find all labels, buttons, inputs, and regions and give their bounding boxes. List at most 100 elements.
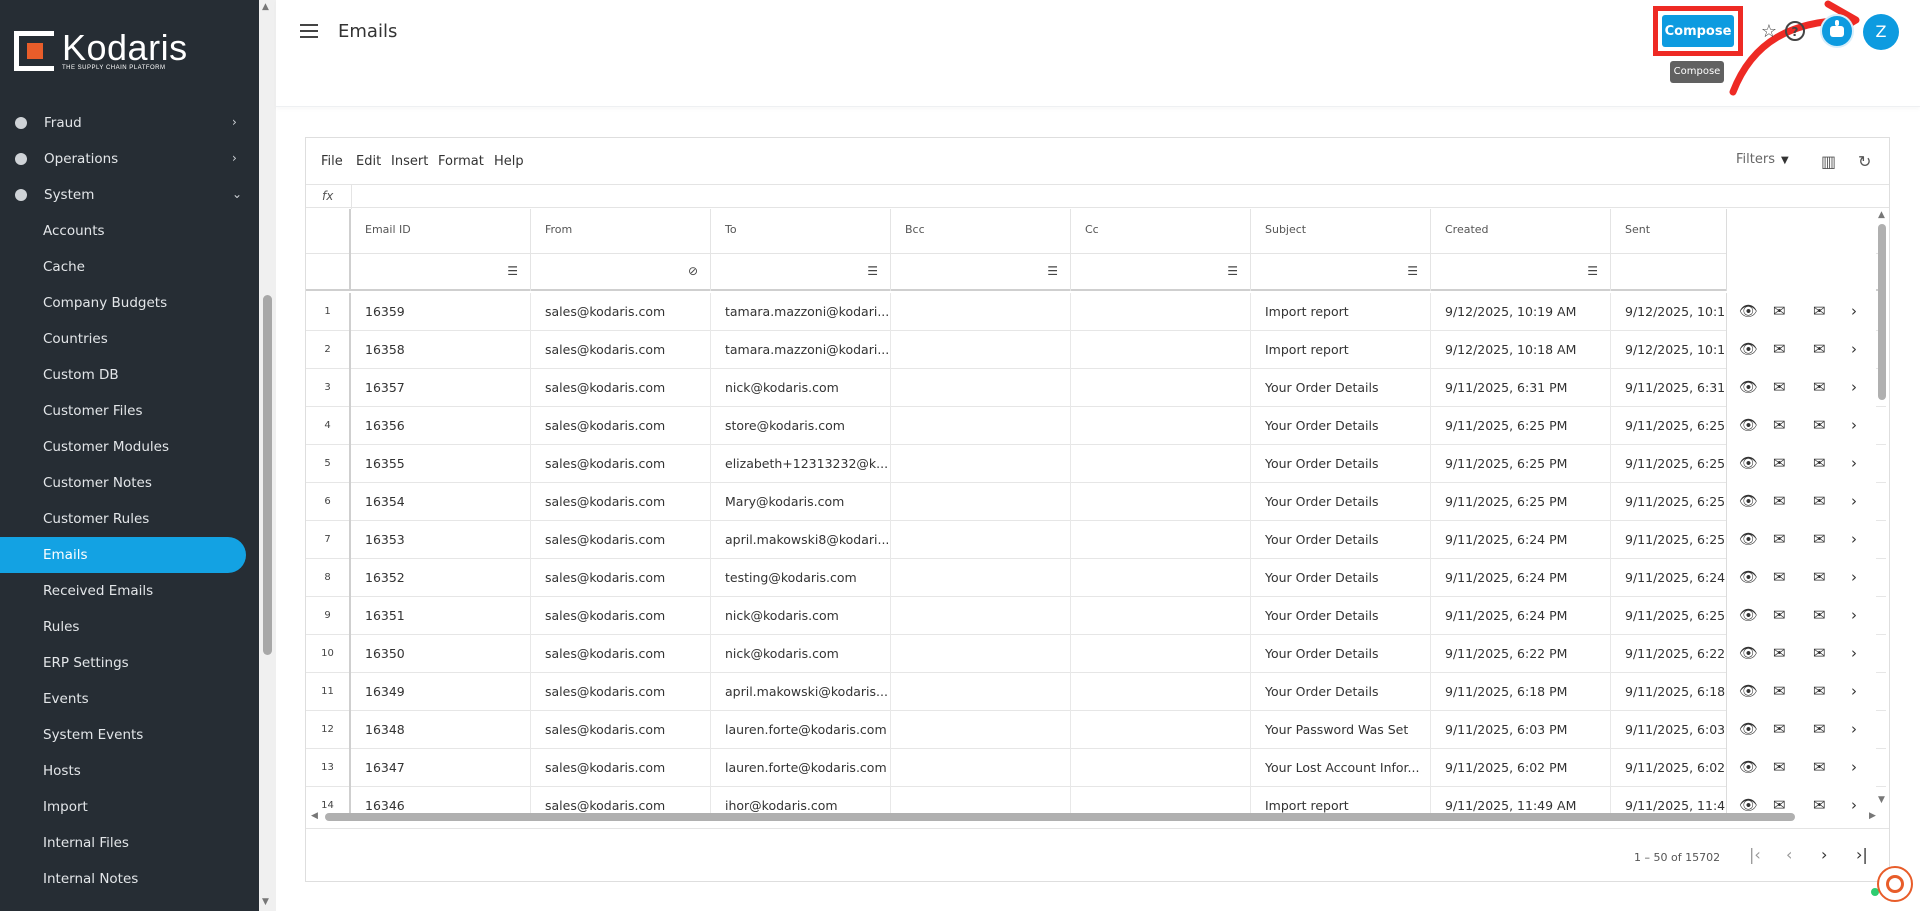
table-cell[interactable]: 16352 bbox=[351, 559, 531, 597]
table-cell[interactable]: Import report bbox=[1251, 331, 1431, 369]
table-cell[interactable] bbox=[891, 407, 1071, 445]
table-cell[interactable]: 9/11/2025, 6:24 PM bbox=[1431, 597, 1611, 635]
sidebar-item-emails[interactable]: Emails bbox=[0, 537, 246, 573]
table-cell[interactable] bbox=[891, 635, 1071, 673]
table-cell[interactable]: 16350 bbox=[351, 635, 531, 673]
column-header-created[interactable]: Created bbox=[1431, 209, 1611, 254]
view-icon[interactable]: 👁 bbox=[1739, 416, 1758, 434]
mail-icon[interactable]: ✉ bbox=[1773, 644, 1786, 662]
refresh-icon[interactable]: ↻ bbox=[1858, 152, 1871, 171]
table-cell[interactable]: 9/11/2025, 6:25 PM bbox=[1431, 407, 1611, 445]
table-cell[interactable] bbox=[1071, 673, 1251, 711]
column-filter-from[interactable]: ⊘ bbox=[531, 254, 711, 291]
table-cell[interactable]: store@kodaris.com bbox=[711, 407, 891, 445]
column-filter-cc[interactable]: ☰ bbox=[1071, 254, 1251, 291]
table-cell[interactable]: 9/11/2025, 6:25 PM bbox=[1431, 445, 1611, 483]
scroll-right-icon[interactable]: ▶ bbox=[1869, 811, 1876, 821]
sidebar-item-customer-notes[interactable]: Customer Notes bbox=[0, 465, 259, 501]
table-cell[interactable]: sales@kodaris.com bbox=[531, 483, 711, 521]
table-cell[interactable]: sales@kodaris.com bbox=[531, 559, 711, 597]
vertical-scroll-thumb[interactable] bbox=[1878, 224, 1886, 400]
table-cell[interactable] bbox=[1071, 407, 1251, 445]
chevron-right-icon[interactable]: › bbox=[1851, 568, 1857, 586]
table-cell[interactable]: Your Lost Account Infor... bbox=[1251, 749, 1431, 787]
last-page-icon[interactable]: ›| bbox=[1856, 845, 1868, 864]
filter-off-icon[interactable]: ⊘ bbox=[688, 264, 698, 278]
sidebar-item-customer-rules[interactable]: Customer Rules bbox=[0, 501, 259, 537]
mail-icon[interactable]: ✉ bbox=[1773, 530, 1786, 548]
mail-icon[interactable]: ✉ bbox=[1773, 492, 1786, 510]
table-cell[interactable]: 9/11/2025, 6:25 PM bbox=[1431, 483, 1611, 521]
table-row[interactable]: 8 16352 sales@kodaris.com testing@kodaris.c… bbox=[306, 559, 1886, 597]
chevron-right-icon[interactable]: › bbox=[1851, 378, 1857, 396]
column-header-cc[interactable]: Cc bbox=[1071, 209, 1251, 254]
chevron-right-icon[interactable]: › bbox=[1851, 302, 1857, 320]
sidebar-item-rules[interactable]: Rules bbox=[0, 609, 259, 645]
chevron-right-icon[interactable]: › bbox=[1851, 720, 1857, 738]
sidebar-item-customer-modules[interactable]: Customer Modules bbox=[0, 429, 259, 465]
forward-mail-icon[interactable]: ✉ bbox=[1813, 530, 1826, 548]
table-row[interactable]: 2 16358 sales@kodaris.com tamara.mazzoni@ko… bbox=[306, 331, 1886, 369]
table-cell[interactable]: Your Order Details bbox=[1251, 483, 1431, 521]
mail-icon[interactable]: ✉ bbox=[1773, 340, 1786, 358]
table-cell[interactable]: sales@kodaris.com bbox=[531, 369, 711, 407]
filter-icon[interactable]: ☰ bbox=[1407, 264, 1418, 278]
grid-menu-file[interactable]: File bbox=[321, 154, 343, 169]
table-cell[interactable]: 16356 bbox=[351, 407, 531, 445]
horizontal-scrollbar[interactable]: ◀ ▶ bbox=[311, 811, 1876, 823]
table-cell[interactable]: 9/12/2025, 10:18 AM bbox=[1431, 331, 1611, 369]
filter-icon[interactable]: ☰ bbox=[1047, 264, 1058, 278]
table-row[interactable]: 3 16357 sales@kodaris.com nick@kodaris.com Y… bbox=[306, 369, 1886, 407]
row-index[interactable]: 7 bbox=[306, 521, 351, 559]
row-index[interactable]: 3 bbox=[306, 369, 351, 407]
table-cell[interactable]: Import report bbox=[1251, 293, 1431, 331]
brand-logo[interactable]: Kodaris THE SUPPLY CHAIN PLATFORM bbox=[14, 30, 188, 71]
sidebar-item-import[interactable]: Import bbox=[0, 789, 259, 825]
table-cell[interactable] bbox=[891, 445, 1071, 483]
table-cell[interactable] bbox=[891, 483, 1071, 521]
table-cell[interactable]: sales@kodaris.com bbox=[531, 673, 711, 711]
chat-support-icon[interactable] bbox=[1877, 866, 1913, 902]
table-cell[interactable] bbox=[891, 521, 1071, 559]
table-row[interactable]: 7 16353 sales@kodaris.com april.makowski8@k… bbox=[306, 521, 1886, 559]
forward-mail-icon[interactable]: ✉ bbox=[1813, 492, 1826, 510]
table-row[interactable]: 11 16349 sales@kodaris.com april.makowski@k… bbox=[306, 673, 1886, 711]
table-cell[interactable] bbox=[891, 749, 1071, 787]
row-index[interactable]: 6 bbox=[306, 483, 351, 521]
forward-mail-icon[interactable]: ✉ bbox=[1813, 340, 1826, 358]
sidebar-section-operations[interactable]: Operations › bbox=[0, 141, 259, 177]
sidebar-item-received-emails[interactable]: Received Emails bbox=[0, 573, 259, 609]
table-cell[interactable]: 9/11/2025, 6:24 PM bbox=[1431, 559, 1611, 597]
table-row[interactable]: 4 16356 sales@kodaris.com store@kodaris.com… bbox=[306, 407, 1886, 445]
mail-icon[interactable]: ✉ bbox=[1773, 378, 1786, 396]
table-cell[interactable] bbox=[1071, 521, 1251, 559]
column-header-email-id[interactable]: Email ID bbox=[351, 209, 531, 254]
sidebar-item-cache[interactable]: Cache bbox=[0, 249, 259, 285]
table-cell[interactable]: sales@kodaris.com bbox=[531, 407, 711, 445]
hamburger-menu-icon[interactable] bbox=[300, 24, 318, 38]
table-cell[interactable]: sales@kodaris.com bbox=[531, 597, 711, 635]
table-cell[interactable]: 16355 bbox=[351, 445, 531, 483]
sidebar-item-customer-files[interactable]: Customer Files bbox=[0, 393, 259, 429]
table-cell[interactable]: testing@kodaris.com bbox=[711, 559, 891, 597]
formula-bar[interactable]: fx bbox=[306, 184, 1889, 209]
table-cell[interactable]: 16348 bbox=[351, 711, 531, 749]
table-cell[interactable]: sales@kodaris.com bbox=[531, 635, 711, 673]
filter-icon[interactable]: ☰ bbox=[1227, 264, 1238, 278]
column-header-subject[interactable]: Subject bbox=[1251, 209, 1431, 254]
chevron-right-icon[interactable]: › bbox=[1851, 454, 1857, 472]
forward-mail-icon[interactable]: ✉ bbox=[1813, 416, 1826, 434]
table-cell[interactable] bbox=[1071, 635, 1251, 673]
table-cell[interactable]: 16353 bbox=[351, 521, 531, 559]
forward-mail-icon[interactable]: ✉ bbox=[1813, 644, 1826, 662]
table-cell[interactable]: sales@kodaris.com bbox=[531, 711, 711, 749]
forward-mail-icon[interactable]: ✉ bbox=[1813, 606, 1826, 624]
next-page-icon[interactable]: › bbox=[1821, 845, 1827, 864]
sidebar-scroll-thumb[interactable] bbox=[263, 295, 272, 655]
mail-icon[interactable]: ✉ bbox=[1773, 454, 1786, 472]
assistant-bot-icon[interactable] bbox=[1820, 14, 1854, 48]
column-header-to[interactable]: To bbox=[711, 209, 891, 254]
chevron-right-icon[interactable]: › bbox=[1851, 340, 1857, 358]
table-cell[interactable]: april.makowski@kodaris... bbox=[711, 673, 891, 711]
row-index[interactable]: 5 bbox=[306, 445, 351, 483]
